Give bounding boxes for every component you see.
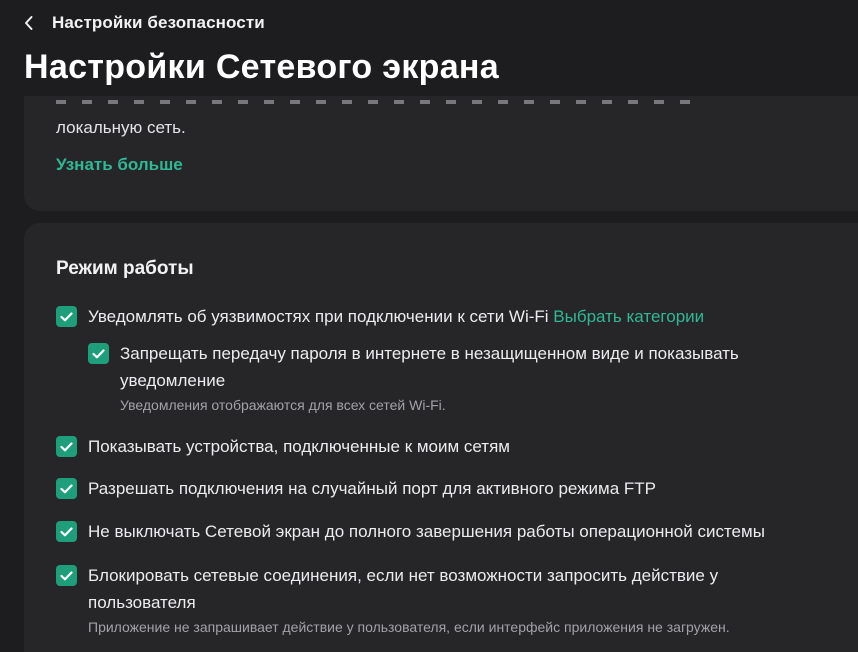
checkbox-ftp-random-port[interactable] [56, 478, 77, 499]
learn-more-link[interactable]: Узнать больше [56, 155, 183, 175]
page-title: Настройки Сетевого экрана [24, 48, 499, 86]
option-wifi-vulnerabilities: Уведомлять об уязвимостях при подключени… [56, 306, 856, 330]
mode-card: Режим работы Уведомлять об уязвимостях п… [24, 223, 858, 652]
firewall-settings-page: Настройки безопасности Настройки Сетевог… [0, 0, 858, 652]
back-label[interactable]: Настройки безопасности [52, 13, 265, 33]
clipped-text-line [56, 100, 696, 104]
checkmark-icon [60, 526, 73, 536]
option-label: Запрещать передачу пароля в интернете в … [120, 344, 739, 390]
chevron-left-icon[interactable] [24, 15, 34, 31]
option-label: Разрешать подключения на случайный порт … [88, 479, 657, 498]
checkmark-icon [60, 570, 73, 580]
option-label: Не выключать Сетевой экран до полного за… [88, 522, 765, 541]
info-description: локальную сеть. [56, 118, 186, 137]
option-keep-firewall-on-shutdown: Не выключать Сетевой экран до полного за… [56, 521, 856, 545]
select-categories-link[interactable]: Выбрать категории [553, 307, 704, 326]
back-navigation[interactable]: Настройки безопасности [24, 10, 265, 36]
option-hint: Приложение не запрашивает действие у пол… [88, 619, 730, 635]
checkbox-show-devices[interactable] [56, 436, 77, 457]
checkmark-icon [60, 311, 73, 321]
option-label: Блокировать сетевые соединения, если нет… [88, 566, 719, 612]
checkbox-keep-firewall-on-shutdown[interactable] [56, 521, 77, 542]
checkbox-block-connections[interactable] [56, 565, 77, 586]
option-block-plain-password: Запрещать передачу пароля в интернете в … [88, 343, 800, 415]
info-card: локальную сеть. Узнать больше [24, 96, 858, 211]
section-title: Режим работы [56, 258, 194, 279]
option-block-connections: Блокировать сетевые соединения, если нет… [56, 565, 816, 637]
checkbox-block-plain-password[interactable] [88, 343, 109, 364]
option-hint: Уведомления отображаются для всех сетей … [120, 397, 446, 413]
checkbox-wifi-vulnerabilities[interactable] [56, 306, 77, 327]
option-ftp-random-port: Разрешать подключения на случайный порт … [56, 478, 856, 502]
option-label: Показывать устройства, подключенные к мо… [88, 437, 510, 456]
option-label: Уведомлять об уязвимостях при подключени… [88, 307, 549, 326]
checkmark-icon [60, 441, 73, 451]
checkmark-icon [92, 348, 105, 358]
checkmark-icon [60, 483, 73, 493]
option-show-devices: Показывать устройства, подключенные к мо… [56, 436, 856, 460]
